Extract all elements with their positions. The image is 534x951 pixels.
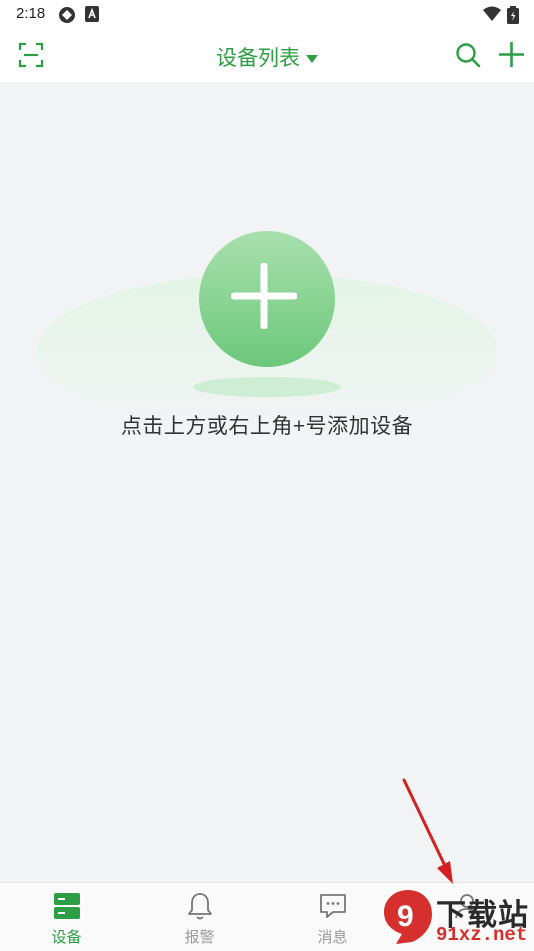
caret-down-icon bbox=[306, 54, 318, 63]
sync-icon bbox=[59, 7, 75, 23]
watermark-badge-text: 9 bbox=[397, 900, 414, 933]
watermark-url: 91xz.net bbox=[436, 924, 528, 946]
device-list-dropdown[interactable]: 设备列表 bbox=[0, 42, 534, 72]
device-list-empty-state: 点击上方或右上角+号添加设备 bbox=[0, 82, 534, 882]
tab-label-alarms: 报警 bbox=[184, 929, 215, 946]
top-bar: 设备列表 bbox=[0, 28, 534, 82]
wifi-icon bbox=[483, 6, 501, 21]
status-time: 2:18 bbox=[16, 5, 46, 22]
message-icon bbox=[319, 894, 346, 918]
watermark-badge-icon: 9 bbox=[384, 890, 432, 944]
bell-icon bbox=[187, 893, 212, 920]
tab-alarms[interactable]: 报警 bbox=[133, 883, 266, 951]
search-icon[interactable] bbox=[455, 42, 481, 68]
battery-icon bbox=[507, 6, 519, 24]
page-title: 设备列表 bbox=[216, 47, 300, 70]
add-icon[interactable] bbox=[498, 41, 525, 68]
empty-state-hint: 点击上方或右上角+号添加设备 bbox=[120, 415, 414, 438]
device-icon bbox=[53, 893, 80, 919]
watermark-logo: 9 下载站 91xz.net bbox=[382, 888, 534, 950]
tab-messages[interactable]: 消息 bbox=[266, 883, 399, 951]
app-notification-icon bbox=[85, 6, 99, 22]
tab-label-devices: 设备 bbox=[51, 929, 82, 946]
tab-label-messages: 消息 bbox=[317, 929, 348, 946]
add-device-button[interactable] bbox=[231, 263, 297, 329]
tab-devices[interactable]: 设备 bbox=[0, 883, 133, 951]
status-bar: 2:18 bbox=[0, 0, 534, 28]
